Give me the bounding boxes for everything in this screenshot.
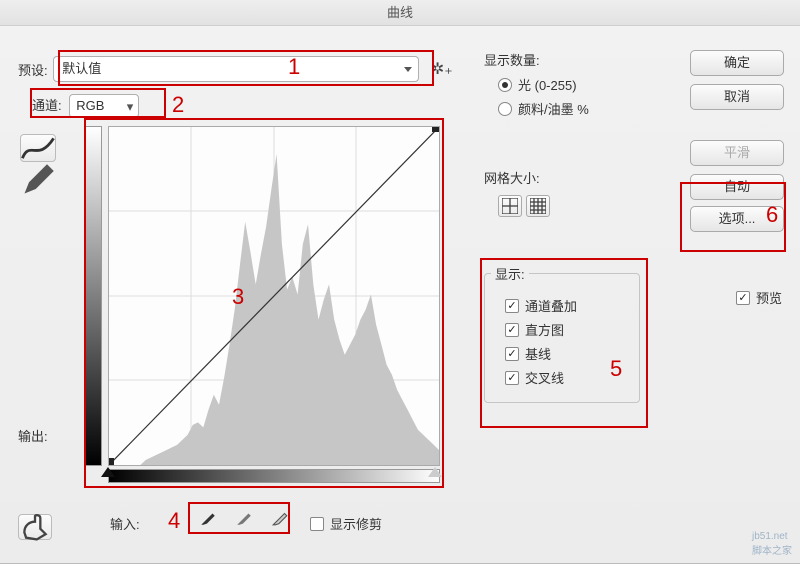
annotation-5: 5 [610,356,622,382]
gray-eyedropper[interactable] [232,506,256,530]
annotation-1: 1 [288,54,300,80]
preset-value: 默认值 [62,61,101,76]
grid-coarse-button[interactable] [498,195,522,217]
display-qty-label: 显示数量: [484,50,634,69]
show-clipping-checkbox[interactable] [310,517,324,531]
grid-16-icon [530,198,546,214]
display-histogram-label: 直方图 [525,320,564,339]
preview-label: 预览 [756,288,782,307]
pencil-tool-button[interactable] [20,166,56,194]
grid-fine-button[interactable] [526,195,550,217]
display-group-label: 显示: [491,264,529,283]
black-eyedropper[interactable] [196,506,220,530]
auto-button[interactable]: 自动 [690,174,784,200]
display-qty-light-radio[interactable] [498,78,512,92]
channel-select[interactable]: RGB [69,94,139,118]
finger-icon [19,511,51,543]
show-clipping-label: 显示修剪 [330,514,382,533]
annotation-3: 3 [232,284,244,310]
preview-checkbox[interactable] [736,291,750,305]
black-point-slider[interactable] [101,467,115,477]
display-overlay-label: 通道叠加 [525,296,577,315]
grid-size-label: 网格大小: [484,168,550,187]
ok-button[interactable]: 确定 [690,50,784,76]
dialog-body: 预设: 默认值 ✲₊ 通道: RGB [0,26,800,563]
display-crosshair-label: 交叉线 [525,368,564,387]
display-histogram-checkbox[interactable] [505,323,519,337]
input-gradient[interactable] [108,469,440,483]
cancel-button[interactable]: 取消 [690,84,784,110]
display-baseline-checkbox[interactable] [505,347,519,361]
annotation-6: 6 [766,202,778,228]
display-qty-light-label: 光 (0-255) [518,75,577,94]
window-title: 曲线 [0,0,800,26]
curves-dialog: 曲线 预设: 默认值 ✲₊ 通道: RGB [0,0,800,564]
curve-editor [84,126,440,482]
curve-tool-button[interactable] [20,134,56,162]
white-point-slider[interactable] [428,467,442,477]
gear-icon[interactable]: ✲₊ [431,59,453,79]
output-label: 输出: [18,426,48,445]
annotation-2: 2 [172,92,184,118]
display-crosshair-checkbox[interactable] [505,371,519,385]
smooth-button: 平滑 [690,140,784,166]
annotation-4: 4 [168,508,180,534]
display-qty-ink-radio[interactable] [498,102,512,116]
display-group: 显示: 通道叠加 直方图 基线 交叉线 [484,264,640,403]
preset-label: 预设: [18,60,48,79]
curve-canvas[interactable] [108,126,440,466]
hand-tool-button[interactable] [18,514,52,540]
channel-value: RGB [76,98,104,113]
input-label: 输入: [110,514,140,533]
white-eyedropper[interactable] [268,506,292,530]
display-baseline-label: 基线 [525,344,551,363]
output-gradient[interactable] [84,126,102,466]
watermark: jb51.net脚本之家 [752,531,792,557]
channel-label: 通道: [32,98,62,113]
grid-4-icon [502,198,518,214]
display-qty-ink-label: 颜料/油墨 % [518,99,589,118]
curve-line-icon [21,137,55,160]
pencil-icon [20,162,56,198]
preset-select[interactable]: 默认值 [53,56,419,82]
display-overlay-checkbox[interactable] [505,299,519,313]
